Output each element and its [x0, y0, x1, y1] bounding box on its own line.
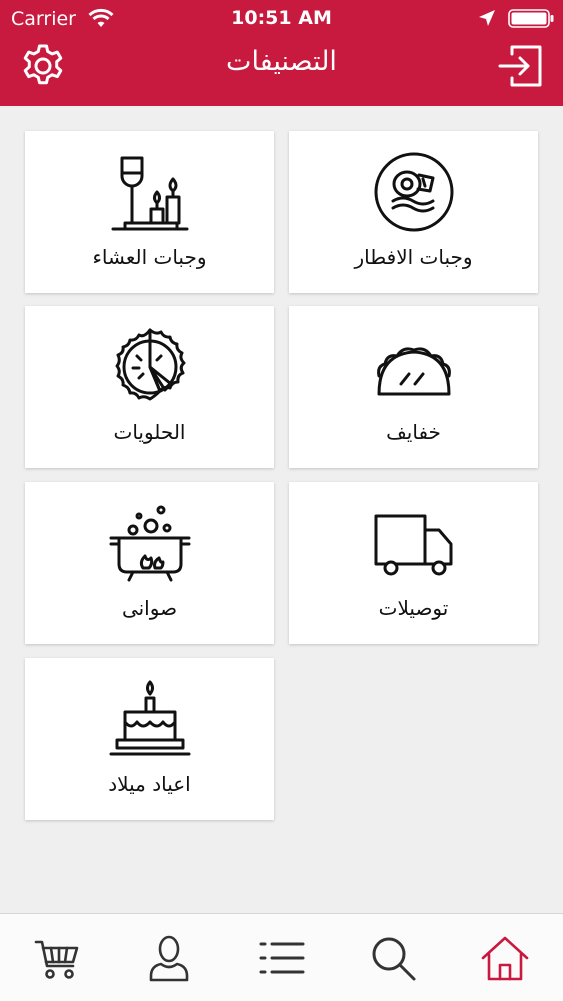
category-label: خفايف — [386, 420, 441, 444]
home-icon[interactable] — [481, 934, 529, 982]
profile-icon[interactable] — [145, 934, 193, 982]
category-label: توصيلات — [378, 596, 449, 620]
page-title: التصنيفات — [226, 46, 337, 77]
header-bar: Carrier 10:51 AM التصنيفات — [0, 0, 563, 106]
category-label: اعياد ميلاد — [108, 772, 191, 796]
category-label: وجبات الافطار — [354, 245, 473, 269]
category-label: الحلويات — [113, 420, 186, 444]
category-card-snacks[interactable]: خفايف — [289, 306, 538, 468]
category-card-deliveries[interactable]: توصيلات — [289, 482, 538, 644]
category-card-trays[interactable]: صوانى — [25, 482, 274, 644]
bottom-tab-bar — [0, 913, 563, 1001]
delivery-truck-icon — [374, 514, 453, 576]
location-arrow-icon — [479, 10, 495, 26]
battery-icon — [508, 9, 554, 28]
cooking-pot-icon — [109, 505, 191, 582]
birthday-cake-icon — [109, 680, 191, 756]
category-card-sweets[interactable]: الحلويات — [25, 306, 274, 468]
category-card-birthdays[interactable]: اعياد ميلاد — [25, 658, 274, 820]
logout-icon[interactable] — [496, 42, 544, 90]
category-label: صوانى — [121, 596, 178, 620]
category-card-dinner[interactable]: وجبات العشاء — [25, 131, 274, 293]
dinner-candles-icon — [111, 156, 189, 231]
pie-icon — [115, 328, 186, 401]
category-card-breakfast[interactable]: وجبات الافطار — [289, 131, 538, 293]
status-bar: Carrier 10:51 AM — [0, 0, 563, 38]
taco-icon — [377, 347, 451, 396]
search-icon[interactable] — [369, 934, 417, 982]
list-icon[interactable] — [257, 934, 305, 982]
category-label: وجبات العشاء — [92, 245, 207, 269]
breakfast-plate-icon — [374, 152, 454, 232]
cart-icon[interactable] — [33, 934, 81, 982]
